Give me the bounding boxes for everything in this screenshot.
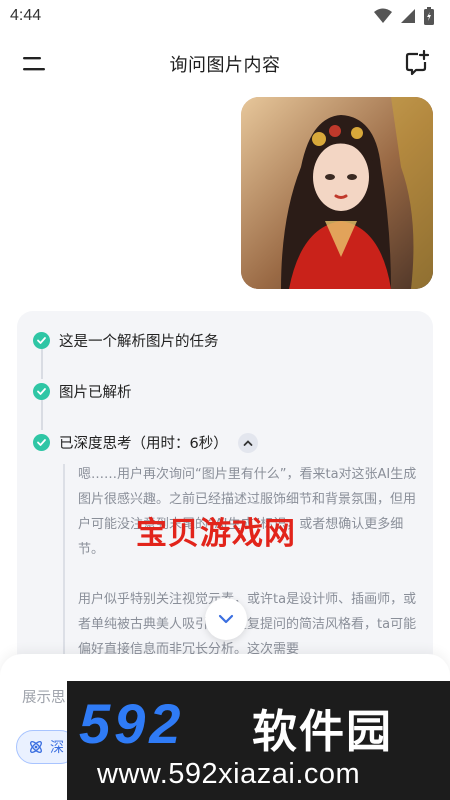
atom-icon	[30, 741, 42, 753]
user-uploaded-image[interactable]	[241, 97, 433, 289]
check-circle-icon	[33, 332, 50, 349]
menu-icon[interactable]	[22, 53, 46, 75]
check-circle-icon	[33, 383, 50, 400]
signal-icon	[401, 9, 415, 23]
deep-think-label: 深	[50, 740, 64, 756]
collapse-thinking-button[interactable]	[237, 432, 258, 453]
step-deep-thinking[interactable]: 已深度思考（用时：6秒）	[33, 432, 258, 453]
message-input[interactable]: 展示思	[22, 686, 66, 707]
step-label: 图片已解析	[59, 385, 132, 401]
app-header: 询问图片内容	[0, 40, 450, 88]
battery-icon	[424, 7, 434, 25]
step-label: 这是一个解析图片的任务	[59, 334, 219, 350]
chevron-up-icon	[243, 439, 253, 446]
wifi-icon	[374, 8, 392, 23]
status-time: 4:44	[10, 7, 42, 24]
banner-site-name: 软件园	[252, 705, 394, 758]
site-banner-watermark: 592 软件园 www.592xiazai.com	[67, 681, 450, 800]
step-parse-task: 这是一个解析图片的任务	[33, 330, 219, 351]
status-icons	[374, 7, 434, 25]
new-chat-icon[interactable]	[404, 50, 430, 76]
scroll-to-bottom-button[interactable]	[205, 598, 247, 640]
page-title: 询问图片内容	[169, 55, 281, 76]
banner-logo: 592	[79, 692, 185, 755]
step-label: 已深度思考（用时：6秒）	[59, 436, 228, 452]
status-bar: 4:44	[0, 0, 450, 32]
step-image-parsed: 图片已解析	[33, 381, 132, 402]
chevron-down-icon	[218, 614, 234, 624]
banner-url: www.592xiazai.com	[97, 758, 361, 790]
step-connector	[41, 400, 43, 430]
step-connector	[41, 349, 43, 379]
portrait-illustration	[241, 97, 433, 289]
watermark-text: 宝贝游戏网	[136, 516, 296, 552]
check-circle-icon	[33, 434, 50, 451]
thinking-paragraph: 用户似乎特别关注视觉元素，或许ta是设计师、插画师，或者单纯被古典美人吸引。从重…	[78, 592, 417, 657]
